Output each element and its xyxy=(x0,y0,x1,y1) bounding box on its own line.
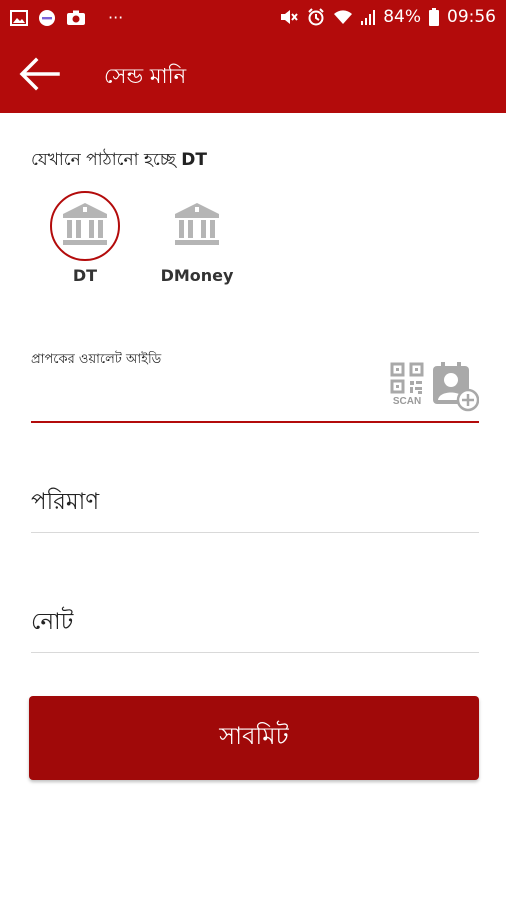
note-input[interactable] xyxy=(31,597,479,647)
selection-ring xyxy=(50,191,120,261)
notification-icons: ··· xyxy=(10,8,123,27)
contact-add-icon xyxy=(431,362,480,416)
wifi-icon xyxy=(333,9,353,25)
arrow-back-icon xyxy=(18,57,60,96)
bank-name: DMoney xyxy=(160,266,234,285)
bank-icon-container xyxy=(162,191,232,261)
destination-selected: DT xyxy=(181,150,207,170)
amount-underline xyxy=(31,532,479,533)
submit-button[interactable]: সাবমিট xyxy=(29,696,479,780)
clock: 09:56 xyxy=(447,7,496,27)
mute-icon xyxy=(279,8,299,26)
wallet-id-label: প্রাপকের ওয়ালেট আইডি xyxy=(31,352,162,367)
battery-icon xyxy=(429,8,439,26)
pick-contact-button[interactable] xyxy=(431,362,480,412)
back-button[interactable] xyxy=(18,56,60,92)
bank-option-dmoney[interactable]: DMoney xyxy=(142,191,252,291)
bank-icon xyxy=(60,201,110,251)
scan-qr-button[interactable]: SCAN xyxy=(388,362,426,410)
alarm-icon xyxy=(307,8,325,26)
signal-icon xyxy=(361,9,376,25)
destination-prefix: যেখানে পাঠানো হচ্ছে xyxy=(31,150,176,170)
gallery-icon xyxy=(10,9,28,26)
wallet-id-input[interactable] xyxy=(31,372,376,418)
bank-icon xyxy=(172,201,222,251)
note-underline xyxy=(31,652,479,653)
app-bar: সেন্ড মানি xyxy=(0,36,506,113)
scan-label: SCAN xyxy=(392,396,422,407)
camera-icon xyxy=(66,10,86,26)
bank-option-dt[interactable]: DT xyxy=(30,191,140,291)
status-bar: ··· 84% 09:56 xyxy=(0,0,506,36)
destination-label: যেখানে পাঠানো হচ্ছে DT xyxy=(31,147,207,175)
more-notifications-icon: ··· xyxy=(108,8,124,27)
page-title: সেন্ড মানি xyxy=(104,64,187,88)
system-icons: 84% 09:56 xyxy=(279,7,496,27)
wallet-id-underline xyxy=(31,421,479,423)
bank-name: DT xyxy=(72,266,98,285)
battery-percent: 84% xyxy=(383,7,421,27)
messenger-icon xyxy=(38,9,56,27)
amount-input[interactable] xyxy=(31,477,479,527)
